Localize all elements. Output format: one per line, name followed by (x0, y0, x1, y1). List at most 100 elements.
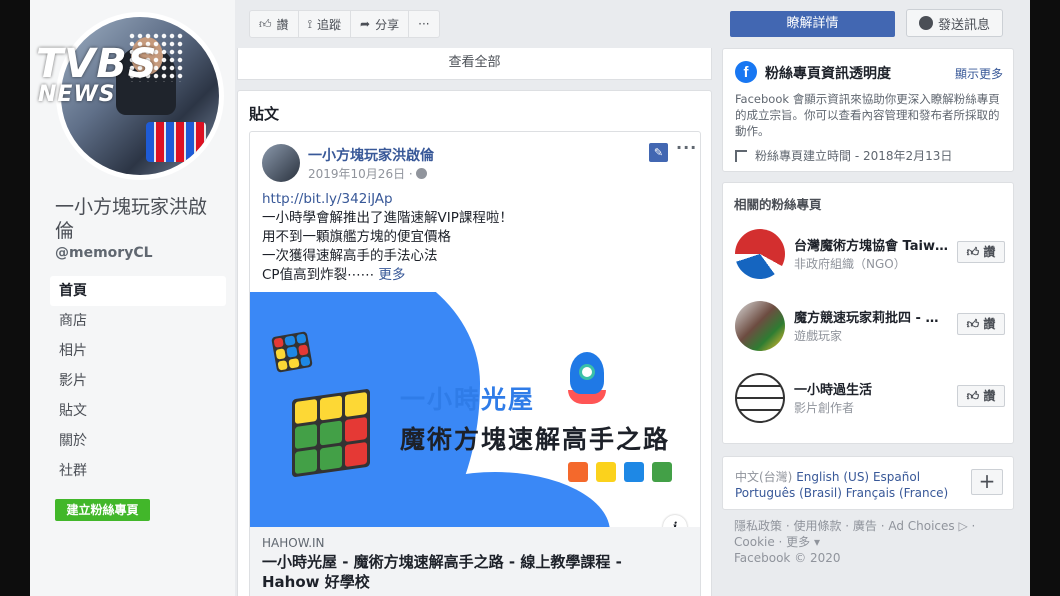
page-nav: 首頁 商店 相片 影片 貼文 關於 社群 (50, 276, 226, 486)
facebook-icon: f (735, 61, 757, 83)
related-page-category: 影片創作者 (794, 401, 855, 415)
page-title[interactable]: 一小方塊玩家洪啟倫 (55, 195, 225, 243)
more-dots-icon: ··· (418, 17, 430, 31)
page-transparency-card: f 粉絲專頁資訊透明度 顯示更多 Facebook 會顯示資訊來協助你更深入瞭解… (722, 48, 1014, 172)
page-created-row: 粉絲專頁建立時間 - 2018年2月13日 (735, 147, 952, 164)
messenger-icon (918, 16, 933, 30)
tvbs-news-logo: TVBS NEWS (36, 44, 158, 106)
page-created-text: 粉絲專頁建立時間 - 2018年2月13日 (755, 149, 953, 163)
related-page-category: 遊戲玩家 (794, 329, 843, 343)
footer-links[interactable]: 隱私政策 · 使用條款 · 廣告 · Ad Choices ▷ · (734, 518, 1004, 534)
info-icon[interactable]: i (663, 515, 687, 527)
video-frame-right (1030, 0, 1060, 596)
related-page-avatar[interactable] (735, 373, 785, 423)
post-author-name[interactable]: 一小方塊玩家洪啟倫 (308, 145, 434, 165)
send-message-label: 發送訊息 (937, 17, 990, 33)
related-page-name[interactable]: 魔方競速玩家莉批四 - … (794, 307, 954, 326)
language-current: 中文(台灣) (735, 470, 793, 484)
post-line-1: 一小時學會解推出了進階速解VIP課程啦！ (262, 210, 513, 226)
related-page-like-button[interactable]: 👍︎ 讚 (957, 385, 1005, 407)
right-sidebar: 瞭解詳情 發送訊息 f 粉絲專頁資訊透明度 顯示更多 Facebook 會顯示資… (722, 0, 1014, 596)
related-page-like-button[interactable]: 👍︎ 讚 (957, 241, 1005, 263)
create-page-button[interactable]: 建立粉絲專頁 (55, 499, 150, 521)
rocket-window (579, 364, 595, 380)
related-page-category: 非政府組織（NGO） (794, 257, 906, 271)
see-all-link[interactable]: 查看全部 (238, 48, 711, 78)
share-button[interactable]: ➦ 分享 (351, 10, 410, 38)
nav-item-home[interactable]: 首頁 (50, 276, 226, 306)
nav-item-about[interactable]: 關於 (50, 426, 226, 456)
video-frame-left (0, 0, 30, 596)
small-rubiks-cube (271, 331, 313, 373)
post-line-4: CP值高到炸裂⋯⋯ (262, 267, 375, 283)
post-line-2: 用不到一顆旗艦方塊的便宜價格 (262, 229, 451, 245)
posts-header: 貼文 (249, 105, 280, 123)
page-footer: 隱私政策 · 使用條款 · 廣告 · Ad Choices ▷ · Cookie… (734, 518, 1004, 566)
nav-item-posts[interactable]: 貼文 (50, 396, 226, 426)
left-sidebar: TVBS NEWS 一小方塊玩家洪啟倫 @memoryCL 首頁 商店 相片 影… (30, 0, 235, 596)
related-page-item: 台灣魔術方塊協會 Taiw… 非政府組織（NGO） 👍︎ 讚 (735, 229, 1005, 279)
follow-button[interactable]: ⟟ 追蹤 (298, 10, 352, 38)
swatch-yellow (596, 462, 616, 482)
related-page-item: 一小時過生活 影片創作者 👍︎ 讚 (735, 373, 1005, 423)
link-title[interactable]: 一小時光屋 - 魔術方塊速解高手之路 - 線上教學課程 - Hahow 好學校 (262, 552, 682, 592)
page-handle[interactable]: @memoryCL (55, 245, 153, 261)
image-subtitle: 魔術方塊速解高手之路 (400, 425, 671, 454)
post-line-3: 一次獲得速解高手的手法心法 (262, 248, 438, 264)
thumbs-up-icon: 👍︎ (259, 16, 272, 31)
link-domain: HAHOW.IN (262, 536, 325, 550)
related-page-avatar[interactable] (735, 301, 785, 351)
related-page-like-button[interactable]: 👍︎ 讚 (957, 313, 1005, 335)
post-author-avatar[interactable] (262, 144, 300, 182)
transparency-see-more[interactable]: 顯示更多 (955, 65, 1003, 82)
see-more-link[interactable]: 更多 (378, 267, 405, 283)
transparency-description: Facebook 會顯示資訊來協助你更深入瞭解粉絲專頁的成立宗旨。你可以查看內容… (735, 92, 1000, 138)
footer-copyright: Facebook © 2020 (734, 551, 841, 565)
related-like-label: 讚 (983, 245, 996, 259)
nav-item-photos[interactable]: 相片 (50, 336, 226, 366)
post-options-button[interactable]: ··· (676, 138, 697, 157)
footer-cookie-more[interactable]: Cookie · 更多 ▾ (734, 534, 1004, 550)
main-column: 👍︎ 讚 ⟟ 追蹤 ➦ 分享 ··· 查看全部 貼文 一小方塊玩家洪啟倫 201… (237, 0, 712, 596)
rss-icon: ⟟ (307, 16, 313, 31)
logo-line2: NEWS (38, 82, 116, 107)
like-page-button[interactable]: 👍︎ 讚 (249, 10, 299, 38)
post-date[interactable]: 2019年10月26日 · (308, 165, 427, 182)
related-page-name[interactable]: 台灣魔術方塊協會 Taiw… (794, 235, 954, 254)
see-all-section: 查看全部 (237, 48, 712, 80)
swatch-blue (624, 462, 644, 482)
add-language-button[interactable]: + (971, 469, 1003, 495)
color-swatches (568, 462, 672, 482)
nav-item-community[interactable]: 社群 (50, 456, 226, 486)
pinned-post: 一小方塊玩家洪啟倫 2019年10月26日 · ✎ ··· http://bit… (249, 131, 701, 596)
logo-line1: TVBS (36, 41, 158, 87)
more-actions-button[interactable]: ··· (409, 10, 440, 38)
language-french[interactable]: Français (France) (846, 486, 949, 500)
nav-item-shop[interactable]: 商店 (50, 306, 226, 336)
related-like-label: 讚 (983, 389, 996, 403)
language-english[interactable]: English (US) (796, 470, 869, 484)
big-rubiks-cube (292, 388, 370, 478)
learn-more-button[interactable]: 瞭解詳情 (730, 11, 895, 37)
share-label: 分享 (375, 17, 400, 32)
photo-cube (146, 122, 206, 162)
post-link[interactable]: http://bit.ly/342iJAp (262, 191, 393, 207)
language-list: 中文(台灣) English (US) Español Português (B… (735, 469, 965, 501)
post-body: http://bit.ly/342iJAp 一小時學會解推出了進階速解VIP課程… (262, 190, 692, 285)
share-arrow-icon: ➦ (360, 17, 371, 31)
language-spanish[interactable]: Español (873, 470, 920, 484)
send-message-button[interactable]: 發送訊息 (906, 9, 1003, 37)
page-action-bar: 👍︎ 讚 ⟟ 追蹤 ➦ 分享 ··· (249, 10, 440, 38)
related-page-name[interactable]: 一小時過生活 (794, 379, 954, 398)
facebook-page: TVBS NEWS 一小方塊玩家洪啟倫 @memoryCL 首頁 商店 相片 影… (30, 0, 1030, 596)
image-title: 一小時光屋 (400, 385, 536, 414)
follow-label: 追蹤 (317, 17, 342, 32)
like-label: 讚 (276, 17, 289, 32)
link-preview-image[interactable]: 一小時光屋 魔術方塊速解高手之路 i (250, 292, 700, 527)
related-page-avatar[interactable] (735, 229, 785, 279)
language-portuguese[interactable]: Português (Brasil) (735, 486, 842, 500)
related-pages-title: 相關的粉絲專頁 (734, 197, 822, 212)
nav-item-videos[interactable]: 影片 (50, 366, 226, 396)
related-like-label: 讚 (983, 317, 996, 331)
swatch-green (652, 462, 672, 482)
